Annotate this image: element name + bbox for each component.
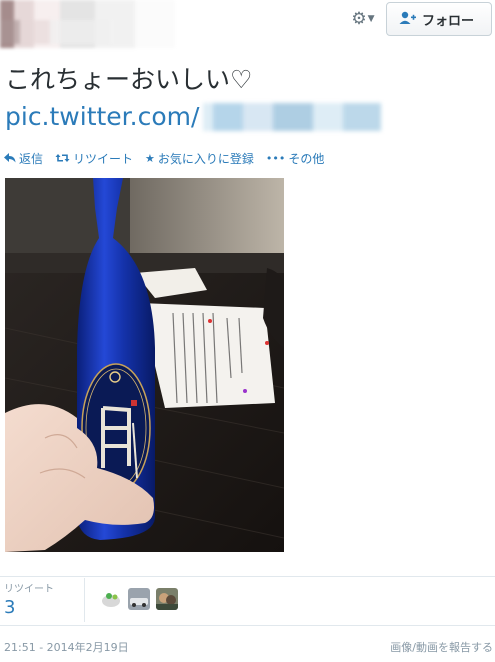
report-media-link[interactable]: 画像/動画を報告する — [390, 639, 493, 655]
link-blurred-part[interactable] — [203, 103, 382, 131]
tweet-header: ⚙ ▼ フォロー — [0, 0, 495, 62]
retweet-icon — [55, 153, 70, 165]
chevron-down-icon: ▼ — [367, 13, 375, 24]
retweet-action[interactable]: リツイート — [55, 150, 133, 167]
retweet-stat[interactable]: リツイート 3 — [4, 580, 54, 618]
more-label: その他 — [288, 152, 325, 166]
divider-top — [0, 576, 495, 577]
retweet-label: リツイート — [73, 152, 134, 166]
retweeter-avatar-2[interactable] — [128, 588, 150, 610]
favorite-action[interactable]: ★ お気に入りに登録 — [145, 150, 254, 167]
favorite-label: お気に入りに登録 — [157, 152, 254, 166]
retweeter-avatar-1[interactable] — [100, 588, 122, 610]
divider-bottom — [0, 625, 495, 626]
reply-action[interactable]: 返信 — [4, 150, 43, 167]
user-avatar-name-blurred[interactable] — [0, 0, 175, 48]
follow-button-label: フォロー — [422, 13, 475, 29]
more-action[interactable]: ••• その他 — [266, 150, 324, 167]
tweet-text: これちょーおいしい♡ — [5, 65, 253, 94]
sake-bottle-photo — [5, 178, 284, 552]
retweet-stat-label: リツイート — [4, 584, 54, 595]
reply-icon — [4, 152, 16, 165]
retweeter-avatar-3[interactable] — [156, 588, 178, 610]
stat-divider — [84, 578, 85, 622]
follow-button[interactable]: フォロー — [386, 2, 492, 36]
favorite-star-icon: ★ — [145, 152, 155, 165]
follow-person-plus-icon — [399, 11, 416, 28]
tweet-link-row: pic.twitter.com/ — [5, 100, 382, 134]
tweet-photo[interactable] — [5, 178, 284, 552]
reply-label: 返信 — [19, 152, 44, 166]
user-actions-button[interactable]: ⚙ ▼ — [346, 8, 380, 30]
tweet-actions: 返信 リツイート ★ お気に入りに登録 ••• その他 — [4, 150, 324, 167]
retweet-stat-count: 3 — [4, 597, 16, 618]
more-dots-icon: ••• — [265, 152, 286, 165]
tweet-timestamp: 21:51 - 2014年2月19日 — [4, 641, 129, 654]
settings-gear-icon: ⚙ — [351, 8, 367, 29]
tweet-media-link[interactable]: pic.twitter.com/ — [5, 101, 199, 133]
